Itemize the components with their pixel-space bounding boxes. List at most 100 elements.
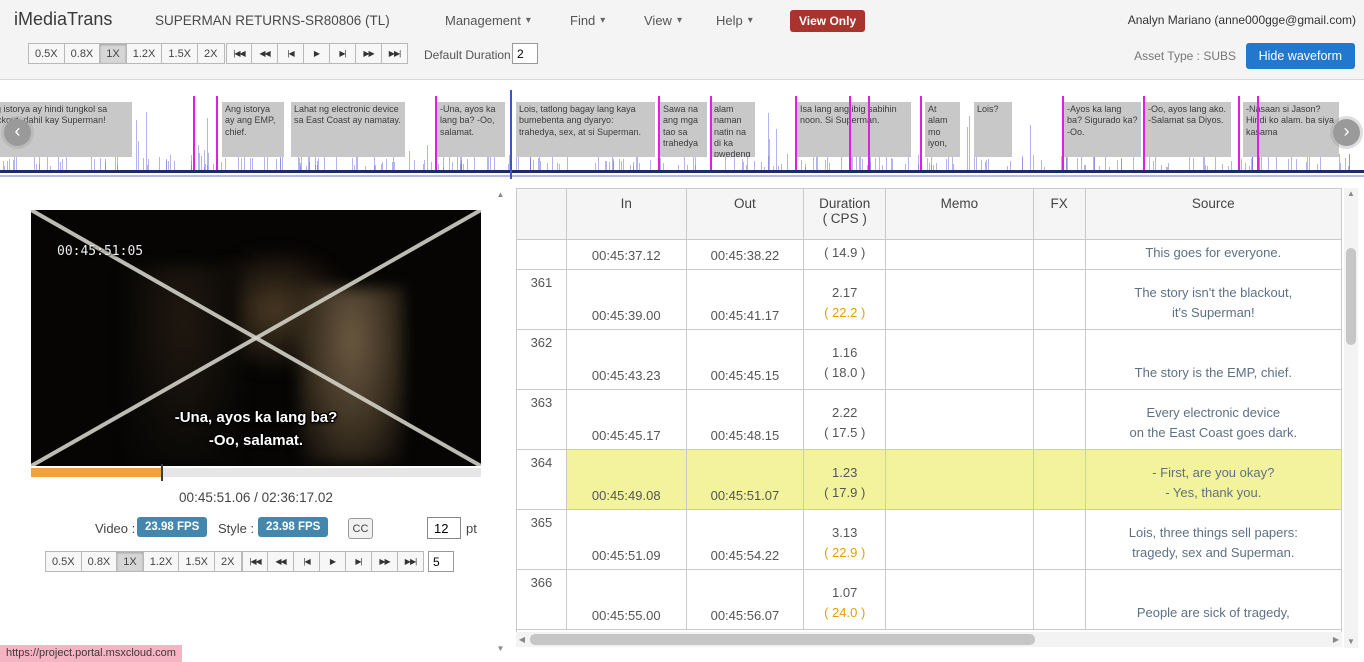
out-cell[interactable]: 00:45:54.22 <box>687 510 805 569</box>
player-speed-button[interactable]: 1.5X <box>179 551 216 572</box>
frame-forward-button[interactable]: ▶| <box>330 43 356 64</box>
table-row[interactable]: 00:45:37.12 00:45:38.22 1.10 ( 14.9 ) Th… <box>517 240 1341 270</box>
speed-button[interactable]: 1.2X <box>126 43 163 64</box>
source-cell[interactable]: People are sick of tragedy, <box>1086 570 1341 629</box>
in-cell[interactable]: 00:45:49.08 <box>566 450 687 509</box>
timeline-subtitle-block[interactable]: -Oo, ayos lang ako. -Salamat sa Diyos. <box>1145 102 1231 157</box>
player-frame-forward-button[interactable]: ▶| <box>346 551 372 572</box>
player-speed-button[interactable]: 2X <box>215 551 242 572</box>
timeline-subtitle-block[interactable]: -Una, ayos ka lang ba? -Oo, salamat. <box>437 102 505 157</box>
frame-back-button[interactable]: |◀ <box>278 43 304 64</box>
memo-cell[interactable] <box>886 570 1034 629</box>
in-cell[interactable]: 00:45:51.09 <box>567 510 687 569</box>
speed-button[interactable]: 2X <box>198 43 225 64</box>
hide-waveform-button[interactable]: Hide waveform <box>1245 43 1355 69</box>
skip-start-button[interactable]: |◀◀ <box>226 43 252 64</box>
memo-cell[interactable] <box>886 390 1034 449</box>
video-progress-bar[interactable] <box>31 464 481 481</box>
frame-step-input[interactable] <box>428 551 454 572</box>
fx-cell[interactable] <box>1033 450 1086 509</box>
speed-button[interactable]: 0.8X <box>64 43 101 64</box>
table-row[interactable]: 362 00:45:43.23 00:45:45.15 1.16 ( 18.0 … <box>517 330 1341 390</box>
out-cell[interactable]: 00:45:38.22 <box>687 240 805 269</box>
menu-help[interactable]: Help ▾ <box>716 13 753 28</box>
table-row[interactable]: 365 00:45:51.09 00:45:54.22 3.13 ( 22.9 … <box>517 510 1341 570</box>
panel-scroll-down-icon[interactable]: ▼ <box>494 643 507 655</box>
source-cell[interactable]: Every electronic device on the East Coas… <box>1086 390 1341 449</box>
source-cell[interactable]: The story isn't the blackout, it's Super… <box>1086 270 1341 329</box>
video-player[interactable]: 00:45:51:05 -Una, ayos ka lang ba? -Oo, … <box>31 210 481 466</box>
player-speed-button[interactable]: 0.8X <box>81 551 118 572</box>
in-cell[interactable]: 00:45:45.17 <box>567 390 687 449</box>
speed-button-active[interactable]: 1X <box>100 43 127 64</box>
timeline-subtitle-block[interactable]: -Ayos ka lang ba? Sigurado ka? -Oo. <box>1064 102 1141 157</box>
default-duration-input[interactable] <box>512 43 538 64</box>
scroll-up-icon[interactable]: ▲ <box>1344 188 1358 200</box>
player-skip-end-button[interactable]: ▶▶| <box>398 551 424 572</box>
fx-cell[interactable] <box>1034 570 1086 629</box>
player-frame-back-button[interactable]: |◀ <box>294 551 320 572</box>
player-speed-button[interactable]: 1.2X <box>143 551 180 572</box>
speed-button[interactable]: 1.5X <box>162 43 199 64</box>
memo-cell[interactable] <box>886 240 1034 269</box>
video-progress-handle[interactable] <box>160 464 163 481</box>
panel-scroll-up-icon[interactable]: ▲ <box>494 189 507 201</box>
player-play-button[interactable]: ▶ <box>320 551 346 572</box>
skip-end-button[interactable]: ▶▶| <box>382 43 408 64</box>
menu-view[interactable]: View ▾ <box>644 13 682 28</box>
player-speed-button-active[interactable]: 1X <box>117 551 144 572</box>
source-cell[interactable]: The story is the EMP, chief. <box>1086 330 1341 389</box>
memo-cell[interactable] <box>886 270 1034 329</box>
source-cell[interactable]: - First, are you okay? - Yes, thank you. <box>1085 450 1341 509</box>
player-speed-button[interactable]: 0.5X <box>45 551 82 572</box>
timeline-subtitle-block[interactable]: Isa lang ang ibig sabihin noon. Si Super… <box>797 102 911 157</box>
playhead[interactable] <box>510 90 512 179</box>
source-cell[interactable]: This goes for everyone. <box>1086 240 1341 269</box>
timeline-scroll-left-button[interactable]: ‹ <box>4 119 31 146</box>
fx-cell[interactable] <box>1034 270 1086 329</box>
out-cell[interactable]: 00:45:56.07 <box>687 570 805 629</box>
fx-cell[interactable] <box>1034 330 1086 389</box>
table-vertical-scrollbar[interactable]: ▲ ▼ <box>1344 188 1358 648</box>
timeline-subtitle-block[interactable]: Lahat ng electronic device sa East Coast… <box>291 102 405 157</box>
memo-cell[interactable] <box>886 450 1034 509</box>
out-cell[interactable]: 00:45:51.07 <box>686 450 805 509</box>
play-button[interactable]: ▶ <box>304 43 330 64</box>
in-cell[interactable]: 00:45:39.00 <box>567 270 687 329</box>
out-cell[interactable]: 00:45:41.17 <box>687 270 805 329</box>
speed-button[interactable]: 0.5X <box>28 43 65 64</box>
source-cell[interactable]: Lois, three things sell papers: tragedy,… <box>1086 510 1341 569</box>
cc-button[interactable]: CC <box>348 518 373 539</box>
timeline-subtitle-block[interactable]: alam naman natin na di ka pwedeng magsul… <box>711 102 755 157</box>
scroll-left-icon[interactable]: ◀ <box>516 632 528 647</box>
in-cell[interactable]: 00:45:55.00 <box>567 570 687 629</box>
out-cell[interactable]: 00:45:45.15 <box>687 330 805 389</box>
memo-cell[interactable] <box>886 510 1034 569</box>
scroll-down-icon[interactable]: ▼ <box>1344 636 1358 648</box>
out-cell[interactable]: 00:45:48.15 <box>687 390 805 449</box>
scroll-right-icon[interactable]: ▶ <box>1330 632 1342 647</box>
player-rewind-button[interactable]: ◀◀ <box>268 551 294 572</box>
timeline-scroll-right-button[interactable]: › <box>1333 119 1360 146</box>
player-skip-start-button[interactable]: |◀◀ <box>242 551 268 572</box>
memo-cell[interactable] <box>886 330 1034 389</box>
fx-cell[interactable] <box>1034 510 1086 569</box>
vertical-scroll-thumb[interactable] <box>1346 248 1356 345</box>
table-row[interactable]: 366 00:45:55.00 00:45:56.07 1.07 ( 24.0 … <box>517 570 1341 630</box>
table-row[interactable]: 361 00:45:39.00 00:45:41.17 2.17 ( 22.2 … <box>517 270 1341 330</box>
timeline-subtitle-block[interactable]: Sawa na ang mga tao sa trahedya <box>660 102 707 157</box>
rewind-button[interactable]: ◀◀ <box>252 43 278 64</box>
in-cell[interactable]: 00:45:43.23 <box>567 330 687 389</box>
table-row-selected[interactable]: 364 00:45:49.08 00:45:51.07 1.23 ( 17.9 … <box>517 450 1341 510</box>
timeline-subtitle-block[interactable]: Lois, tatlong bagay lang kaya bumebenta … <box>516 102 655 157</box>
fx-cell[interactable] <box>1034 390 1086 449</box>
timeline-subtitle-block[interactable]: Ang istorya ay ang EMP, chief. <box>222 102 284 157</box>
table-horizontal-scrollbar[interactable]: ◀ ▶ <box>516 632 1342 647</box>
timeline-subtitle-block[interactable]: Lois? <box>974 102 1012 157</box>
waveform-timeline[interactable]: Ang istorya ay hindi tungkol sa blackout… <box>0 90 1364 179</box>
table-row[interactable]: 363 00:45:45.17 00:45:48.15 2.22 ( 17.5 … <box>517 390 1341 450</box>
in-cell[interactable]: 00:45:37.12 <box>567 240 687 269</box>
menu-management[interactable]: Management ▾ <box>445 13 531 28</box>
fast-forward-button[interactable]: ▶▶ <box>356 43 382 64</box>
horizontal-scroll-thumb[interactable] <box>530 634 1035 645</box>
